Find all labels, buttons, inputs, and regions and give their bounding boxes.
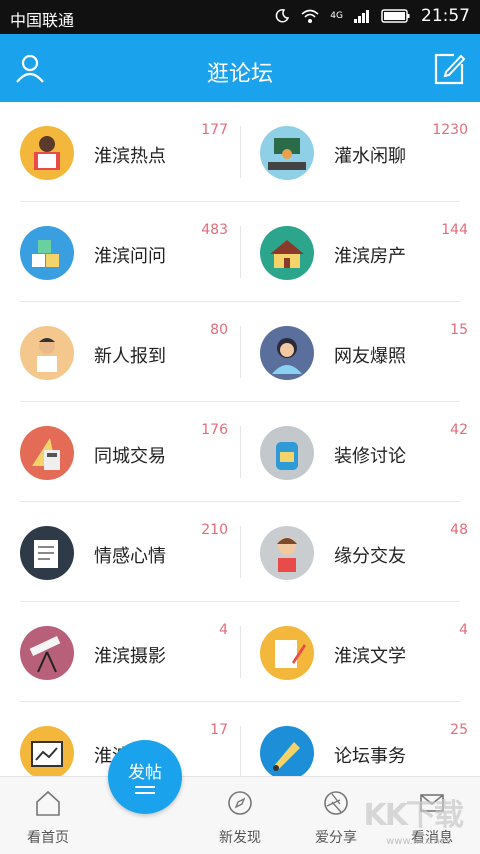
forum-item[interactable]: 同城交易 176 [0,402,240,502]
signal-icon [354,10,369,23]
forum-row: 淮滨商讯 17 论坛事务 25 [0,702,480,782]
blocks-icon [20,226,74,280]
do-not-disturb-icon [276,9,290,23]
tab-home-label: 看首页 [27,830,69,846]
forum-count: 210 [201,522,228,538]
post-button-label: 发帖 [128,763,162,783]
forum-label: 网友爆照 [334,346,406,367]
forum-item[interactable]: 新人报到 80 [0,302,240,402]
carrier-name: 中国联通 [10,11,75,30]
pen-paper-icon [260,626,314,680]
forum-count: 80 [210,322,228,338]
header-bar: 逛论坛 [0,34,480,102]
forum-item[interactable]: 淮滨摄影 4 [0,602,240,702]
forum-count: 42 [450,422,468,438]
compose-icon[interactable] [432,52,466,86]
forum-label: 新人报到 [94,346,166,367]
notepad-icon [20,526,74,580]
forum-row: 同城交易 176 装修讨论 42 [0,402,480,502]
clock: 21:57 [421,6,470,26]
forum-count: 17 [210,722,228,738]
forum-item[interactable]: 网友爆照 15 [240,302,480,402]
forum-row: 情感心情 210 缘分交友 48 [0,502,480,602]
status-indicators: 4G 21:57 [274,6,470,26]
forum-count: 483 [201,222,228,238]
house-icon [260,226,314,280]
forum-label: 淮滨热点 [94,146,166,167]
forum-count: 15 [450,322,468,338]
forum-count: 177 [201,122,228,138]
telescope-icon [20,626,74,680]
home-icon [36,790,60,816]
tab-home[interactable]: 看首页 [0,777,96,854]
fountain-pen-icon [260,726,314,780]
forum-label: 论坛事务 [334,746,406,767]
aperture-icon [324,791,348,815]
forum-label: 淮滨问问 [94,246,166,267]
forum-row: 淮滨摄影 4 淮滨文学 4 [0,602,480,702]
chart-board-icon [20,726,74,780]
backpack-icon [260,426,314,480]
forum-count: 144 [441,222,468,238]
forum-label: 灌水闲聊 [334,146,406,167]
tab-discover-label: 新发现 [219,830,261,846]
watermark-logo: KK下载 [363,798,464,833]
forum-item[interactable]: 淮滨问问 483 [0,202,240,302]
forum-count: 48 [450,522,468,538]
forum-row: 淮滨问问 483 淮滨房产 144 [0,202,480,302]
forum-label: 淮滨摄影 [94,646,166,667]
status-bar: 中国联通 4G 21:57 [0,0,480,34]
forum-count: 4 [459,622,468,638]
forum-label: 淮滨文学 [334,646,406,667]
watermark-url: www.kkx.net [386,836,450,847]
forum-count: 176 [201,422,228,438]
reader-icon [20,126,74,180]
menu-lines-icon [135,786,155,794]
forum-label: 装修讨论 [334,446,406,467]
newcomer-icon [20,326,74,380]
forum-row: 新人报到 80 网友爆照 15 [0,302,480,402]
forum-item[interactable]: 淮滨热点 177 [0,102,240,202]
forum-row: 淮滨热点 177 灌水闲聊 1230 [0,102,480,202]
forum-label: 淮滨房产 [334,246,406,267]
forum-item[interactable]: 缘分交友 48 [240,502,480,602]
teacher-icon [260,126,314,180]
forum-count: 25 [450,722,468,738]
post-button[interactable]: 发帖 [108,740,182,814]
calculator-icon [20,426,74,480]
compass-icon [228,791,252,815]
forum-item[interactable]: 灌水闲聊 1230 [240,102,480,202]
forum-item[interactable]: 淮滨房产 144 [240,202,480,302]
forum-item[interactable]: 淮滨文学 4 [240,602,480,702]
forum-item[interactable]: 情感心情 210 [0,502,240,602]
girl-icon [260,526,314,580]
forum-item[interactable]: 论坛事务 25 [240,702,480,782]
page-title: 逛论坛 [206,62,273,87]
tab-discover[interactable]: 新发现 [192,777,288,854]
forum-count: 4 [219,622,228,638]
forum-count: 1230 [432,122,468,138]
wifi-icon [301,9,319,23]
forum-label: 同城交易 [94,446,166,467]
forum-label: 情感心情 [94,546,166,567]
forum-item[interactable]: 装修讨论 42 [240,402,480,502]
photo-user-icon [260,326,314,380]
forum-label: 缘分交友 [334,546,406,567]
forum-grid: 淮滨热点 177 灌水闲聊 1230 淮滨问问 483 淮滨房产 144 新人报… [0,102,480,782]
network-type: 4G [330,11,343,21]
battery-icon [381,9,410,23]
